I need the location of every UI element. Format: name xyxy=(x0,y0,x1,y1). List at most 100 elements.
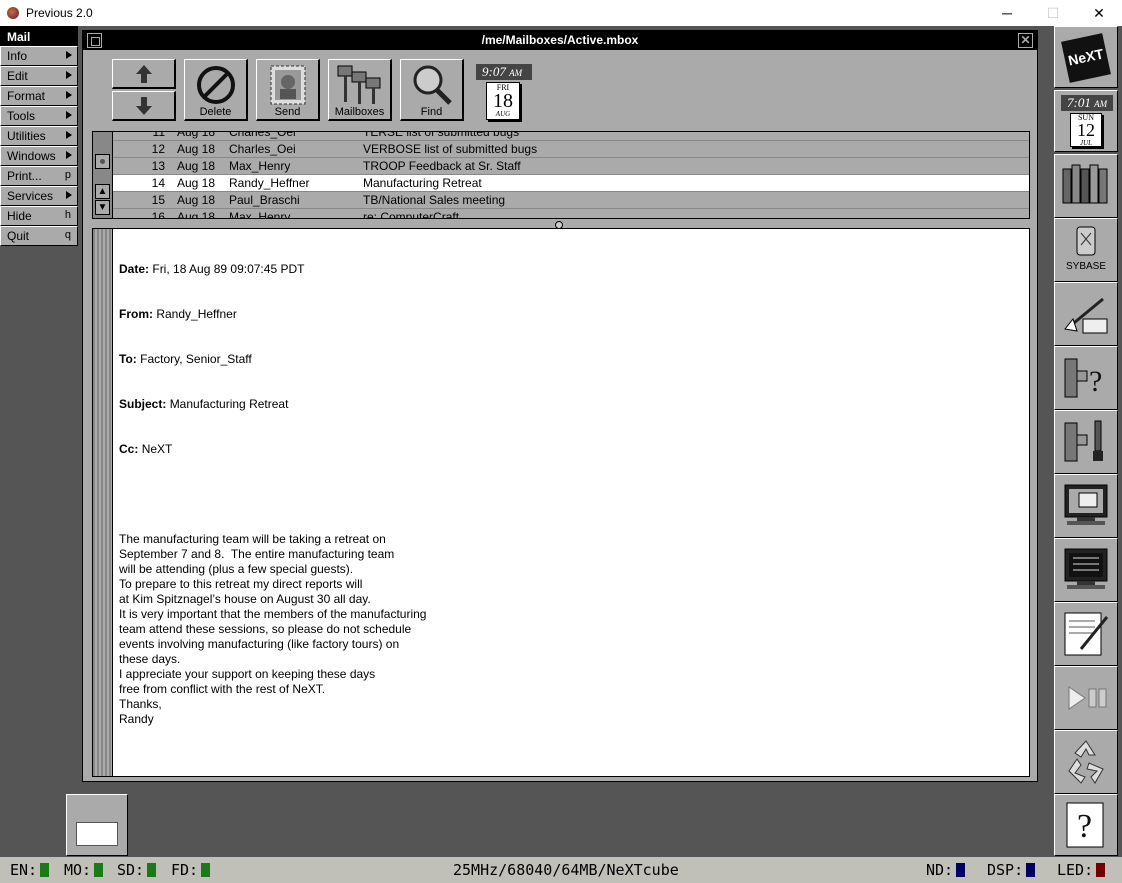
menu-item-label: Print... xyxy=(7,169,42,183)
message-body[interactable]: The manufacturing team will be taking a … xyxy=(119,532,426,727)
message-sender: Paul_Braschi xyxy=(229,193,300,207)
next-message-button[interactable] xyxy=(112,91,176,121)
message-date: Aug 18 xyxy=(177,142,216,156)
en-led xyxy=(40,863,50,877)
menu-item-services[interactable]: Services xyxy=(0,186,78,206)
mail-window: /me/Mailboxes/Active.mbox ✕ Delete Send … xyxy=(82,30,1038,782)
menu-item-windows[interactable]: Windows xyxy=(0,146,78,166)
from-value: Randy_Heffner xyxy=(156,307,237,321)
scroll-up-arrow[interactable]: ▲ xyxy=(95,184,110,199)
mail-close-button[interactable]: ✕ xyxy=(1018,33,1033,48)
arrow-up-icon xyxy=(135,65,152,83)
cc-value: NeXT xyxy=(141,442,173,456)
submenu-arrow-icon xyxy=(66,91,72,99)
message-row[interactable]: 14 Aug 18 Randy_Heffner Manufacturing Retre… xyxy=(113,175,1029,192)
list-scrollbar[interactable]: ▲ ▼ xyxy=(93,132,113,218)
nd-led xyxy=(956,863,966,877)
dock-workspace-icon[interactable] xyxy=(1054,474,1118,538)
message-number: 11 xyxy=(152,132,165,139)
header-date: Date: Fri, 18 Aug 89 09:07:45 PDT xyxy=(119,262,305,276)
submenu-arrow-icon xyxy=(66,71,72,79)
mailboxes-icon xyxy=(337,65,380,104)
dock-sybase-label: SYBASE xyxy=(1065,261,1107,272)
scroll-knob[interactable] xyxy=(95,154,110,169)
message-date: Aug 18 xyxy=(177,210,216,218)
menu-item-label: Services xyxy=(7,189,54,203)
minimize-button[interactable]: ─ xyxy=(984,0,1030,26)
machine-info: 25MHz/68040/64MB/NeXTcube xyxy=(453,861,679,879)
message-date: Aug 18 xyxy=(177,159,216,173)
menu-item-utilities[interactable]: Utilities xyxy=(0,126,78,146)
submenu-arrow-icon xyxy=(66,51,72,59)
dock-interface-builder-icon[interactable] xyxy=(1054,282,1118,346)
message-row[interactable]: 11 Aug 18 Charles_Oei TERSE list of submitt… xyxy=(113,132,1029,141)
delete-icon xyxy=(196,66,235,104)
dock-calendar-icon: SUN 12 JUL xyxy=(1070,113,1102,147)
menu-item-quit[interactable]: Quit q xyxy=(0,226,78,246)
maximize-button[interactable]: ☐ xyxy=(1030,0,1076,26)
send-button[interactable]: Send xyxy=(256,59,320,121)
to-value: Factory, Senior_Staff xyxy=(140,352,252,366)
message-scrollbar[interactable] xyxy=(93,229,113,776)
submenu-arrow-icon xyxy=(66,131,72,139)
fd-led xyxy=(201,863,211,877)
emulator-title: Previous 2.0 xyxy=(26,6,93,20)
message-date: Aug 18 xyxy=(177,193,216,207)
delete-label: Delete xyxy=(199,106,232,118)
miniwindow-icon[interactable] xyxy=(66,794,128,856)
menu-item-label: Edit xyxy=(7,69,28,83)
app-icon xyxy=(7,7,19,19)
message-date: Aug 18 xyxy=(177,132,216,139)
menu-item-label: Info xyxy=(7,49,28,63)
dock-tools-plug-icon[interactable] xyxy=(1054,410,1118,474)
menu-item-label: Windows xyxy=(7,149,56,163)
dock-help-plug-icon[interactable]: ? xyxy=(1054,346,1118,410)
status-nd: ND: xyxy=(926,861,966,879)
close-window-button[interactable]: ✕ xyxy=(1076,0,1122,26)
message-row[interactable]: 15 Aug 18 Paul_Braschi TB/National Sales me… xyxy=(113,192,1029,209)
envelope-icon xyxy=(76,822,118,846)
dock-recycler-icon[interactable] xyxy=(1054,730,1118,794)
dock-edit-icon[interactable] xyxy=(1054,602,1118,666)
message-subject: TB/National Sales meeting xyxy=(363,193,506,207)
status-fd: FD: xyxy=(171,861,211,879)
find-button[interactable]: Find xyxy=(400,59,464,121)
message-number: 14 xyxy=(151,176,165,190)
power-led xyxy=(1096,863,1106,877)
previous-message-button[interactable] xyxy=(112,59,176,89)
dock-player-icon[interactable] xyxy=(1054,666,1118,730)
calendar-date: 18 xyxy=(493,90,513,112)
menu-item-info[interactable]: Info xyxy=(0,46,78,66)
arrow-down-icon xyxy=(135,97,152,115)
svg-text:?: ? xyxy=(1089,365,1102,398)
message-row[interactable]: 13 Aug 18 Max_Henry TROOP Feedback at Sr. S… xyxy=(113,158,1029,175)
message-sender: Randy_Heffner xyxy=(229,176,310,190)
message-row[interactable]: 12 Aug 18 Charles_Oei VERBOSE list of submi… xyxy=(113,141,1029,158)
dock-help-icon[interactable]: ? xyxy=(1054,794,1118,856)
scroll-down-arrow[interactable]: ▼ xyxy=(95,200,110,215)
subject-value: Manufacturing Retreat xyxy=(169,397,289,411)
dock-digital-library-icon[interactable] xyxy=(1054,154,1118,218)
menu-item-label: Hide xyxy=(7,209,32,223)
next-logo-icon[interactable]: NeXT xyxy=(1054,26,1118,88)
main-menu: Mail Info Edit Format Tools Utilities Windows… xyxy=(0,26,78,246)
message-subject: Manufacturing Retreat xyxy=(363,176,482,190)
mailboxes-button[interactable]: Mailboxes xyxy=(328,59,392,121)
emulator-titlebar: Previous 2.0 ─ ☐ ✕ xyxy=(0,0,1122,26)
status-dsp: DSP: xyxy=(987,861,1036,879)
clock-time: 9:07 xyxy=(482,64,506,79)
miniaturize-button[interactable] xyxy=(87,33,102,48)
delete-button[interactable]: Delete xyxy=(184,59,248,121)
magnifier-icon xyxy=(413,65,452,105)
dock-sybase-icon[interactable]: SYBASE xyxy=(1054,218,1118,282)
menu-item-format[interactable]: Format xyxy=(0,86,78,106)
menu-item-print[interactable]: Print... p xyxy=(0,166,78,186)
submenu-arrow-icon xyxy=(66,151,72,159)
menu-item-hide[interactable]: Hide h xyxy=(0,206,78,226)
header-subject: Subject: Manufacturing Retreat xyxy=(119,397,289,411)
menu-item-tools[interactable]: Tools xyxy=(0,106,78,126)
menu-item-edit[interactable]: Edit xyxy=(0,66,78,86)
dock-clock-tile[interactable]: 7:01 AM SUN 12 JUL xyxy=(1054,90,1118,152)
message-row[interactable]: 16 Aug 18 Max_Henry re: ComputerCraft xyxy=(113,209,1029,218)
dock-terminal-icon[interactable] xyxy=(1054,538,1118,602)
